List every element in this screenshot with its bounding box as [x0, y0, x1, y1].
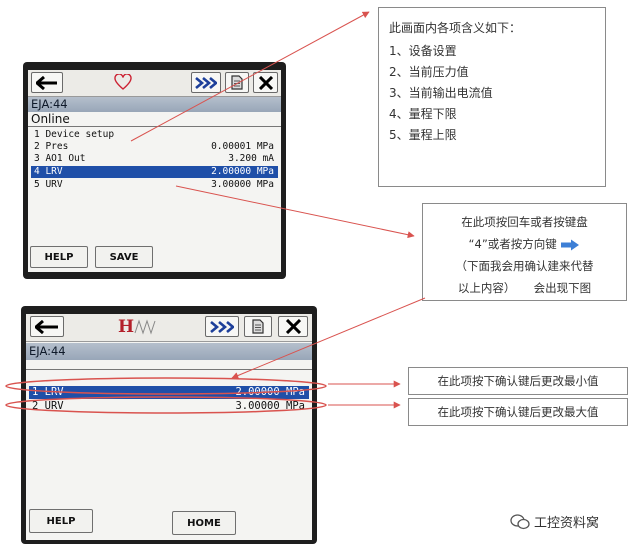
- watermark: 工控资料窝: [510, 512, 599, 531]
- callout-line: [175, 185, 415, 239]
- urv-highlight-ellipse: [5, 396, 327, 414]
- wechat-icon: [510, 513, 530, 529]
- watermark-text: 工控资料窝: [534, 516, 600, 531]
- callout-line: [130, 11, 370, 142]
- annotation-overlay: [5, 11, 426, 414]
- lrv-highlight-ellipse: [5, 377, 327, 395]
- callout-line: [231, 297, 426, 379]
